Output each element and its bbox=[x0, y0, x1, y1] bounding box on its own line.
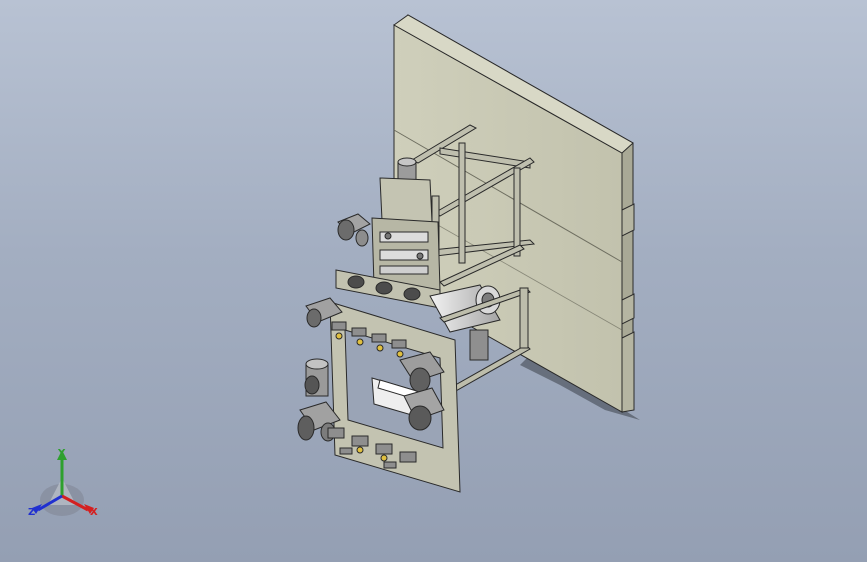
y-axis-label: Y bbox=[57, 448, 66, 459]
x-axis-label: X bbox=[90, 507, 98, 518]
cad-viewport[interactable]: Y X Z bbox=[0, 0, 867, 562]
lift-carriage[interactable] bbox=[371, 177, 441, 291]
upper-left-motor[interactable] bbox=[337, 213, 371, 247]
lower-left-motor-1[interactable] bbox=[304, 358, 329, 397]
assembly-model[interactable]: Y X Z bbox=[0, 0, 867, 562]
axis-triad: Y X Z bbox=[28, 448, 98, 518]
z-axis-label: Z bbox=[28, 507, 35, 518]
